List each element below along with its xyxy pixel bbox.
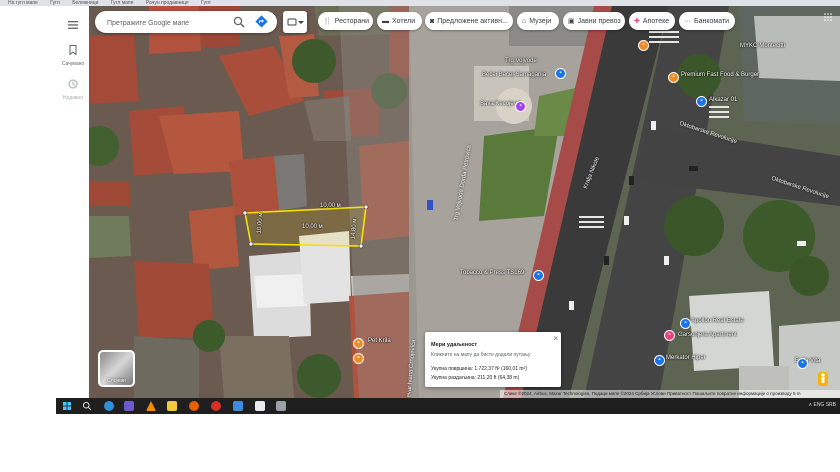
windows-taskbar: ∧ ENG SRB [56,398,840,414]
restaurant-pin-icon[interactable]: ▪ [638,40,649,51]
total-area: Укупна површина: 1.722,37 ft² (160,01 m²… [431,366,527,372]
chip-label: Хотели [392,17,416,25]
viewer-icon[interactable] [276,401,286,411]
map-place-label[interactable]: Apollon Real Estate [691,318,744,324]
shop-pin-icon[interactable]: ▪ [797,358,808,369]
street-view-pegman-button[interactable] [818,372,828,386]
chip-hotels[interactable]: ▬ Хотели [377,12,422,30]
hamburger-menu-icon [68,21,78,29]
measure-title: Мери удаљеност [431,342,478,348]
layers-label: Слојеви [107,378,126,384]
windows-start-icon[interactable] [62,401,72,411]
map-attribution[interactable]: Слике ©2024, Airbus, Maxar Technologies,… [500,390,840,398]
map-place-label[interactable]: MYKO Montecitti [740,43,785,49]
pegman-icon [821,373,825,383]
chip-label: Музеји [529,17,552,25]
history-icon [68,79,78,89]
car-route-button[interactable] [283,11,307,33]
left-rail: Сачувано Недавно [57,6,90,398]
measure-distance-panel: × Мери удаљеност Кликните на мапу да бис… [425,332,561,387]
chip-label: Банкомати [694,17,730,25]
layers-button[interactable]: Слојеви [98,350,135,387]
chip-pharmacies[interactable]: ✚ Апотеке [629,12,675,30]
pharmacy-icon: ✚ [634,18,640,25]
chip-museums[interactable]: ⌂ Музеји [517,12,559,30]
hotel-pin-icon[interactable]: ▪ [664,330,675,341]
total-distance: Укупна раздаљина: 211,20 ft (64,38 m) [431,375,520,381]
chrome-icon[interactable] [211,401,221,411]
apps-grid-icon [824,13,832,21]
search-box [95,11,277,33]
shop-pin-icon[interactable]: ▪ [654,355,665,366]
paint-icon[interactable] [233,401,243,411]
map-place-label[interactable]: Bečei Bečej-Samaganja [482,72,546,78]
saved-label: Сачувано [61,61,85,67]
close-icon[interactable]: × [553,334,558,343]
menu-button[interactable] [57,16,89,34]
browser-tab[interactable]: На гугл мапе [8,0,38,6]
transit-pin-icon[interactable]: ▪ [555,68,566,79]
recent-button[interactable]: Недавно [57,76,89,101]
shop-pin-icon[interactable]: ▪ [696,96,707,107]
map-place-label[interactable]: Garsonjera Apartment [678,332,737,338]
firefox-icon[interactable] [189,401,199,411]
search-button[interactable] [233,15,245,33]
search-icon[interactable] [82,401,92,411]
museum-icon: ⌂ [522,17,527,25]
more-dots-icon: ··· [684,17,691,25]
save-icon[interactable] [124,401,134,411]
measurement-label: 10,00 м [302,224,323,230]
camera-icon: ◙ [430,17,435,25]
saved-button[interactable]: Сачувано [57,42,89,67]
search-icon [233,16,245,28]
vlc-icon[interactable] [146,401,156,411]
restaurant-pin-icon[interactable]: ▪ [668,72,679,83]
docs-icon[interactable] [255,401,265,411]
chip-label: Предложене активн... [437,17,508,25]
chip-public-transit[interactable]: ▣ Јавни превоз [563,12,625,30]
chip-label: Апотеке [642,17,670,25]
directions-button[interactable] [255,15,268,33]
restaurant-pin-icon[interactable]: ▪ [353,338,364,349]
restaurant-pin-icon[interactable]: ▪ [353,353,364,364]
museum-pin-icon[interactable]: ▪ [515,101,526,112]
directions-icon [255,15,268,28]
chip-atms[interactable]: ··· Банкомати [679,12,735,30]
apps-grid-button[interactable] [824,8,832,26]
map-place-label[interactable]: Tobacco & Press TS169 [460,270,524,276]
map-place-label[interactable]: Pet Krila [368,338,391,344]
recent-label: Недавно [62,95,84,101]
map-place-label[interactable]: Merkator Hiper [666,355,706,361]
map-place-label[interactable]: Premium Fast Food & Burger [681,72,759,78]
search-input[interactable] [105,14,229,32]
chip-restaurants[interactable]: 🍴 Ресторани [318,12,373,30]
shop-pin-icon[interactable]: ▪ [533,270,544,281]
chip-label: Јавни превоз [577,17,621,25]
shop-pin-icon[interactable]: ▪ [680,318,691,329]
measure-hint: Кликните на мапу да бисте додали путању [431,352,531,358]
chip-label: Ресторани [334,17,370,25]
measurement-label: 10,00 м [320,203,341,209]
map-place-label[interactable]: Alkazar 01 [709,97,737,103]
fork-knife-icon: 🍴 [323,18,332,25]
edge-icon[interactable] [104,401,114,411]
car-icon [287,18,304,26]
map-place-label[interactable]: Trg Vojvode [505,58,537,64]
bookmark-icon [69,45,77,56]
transit-icon: ▣ [568,18,575,25]
chip-suggested-activities[interactable]: ◙ Предложене активн... [425,12,513,30]
folder-icon[interactable] [167,401,177,411]
system-tray[interactable]: ∧ ENG SRB [808,402,836,408]
bed-icon: ▬ [382,17,389,25]
